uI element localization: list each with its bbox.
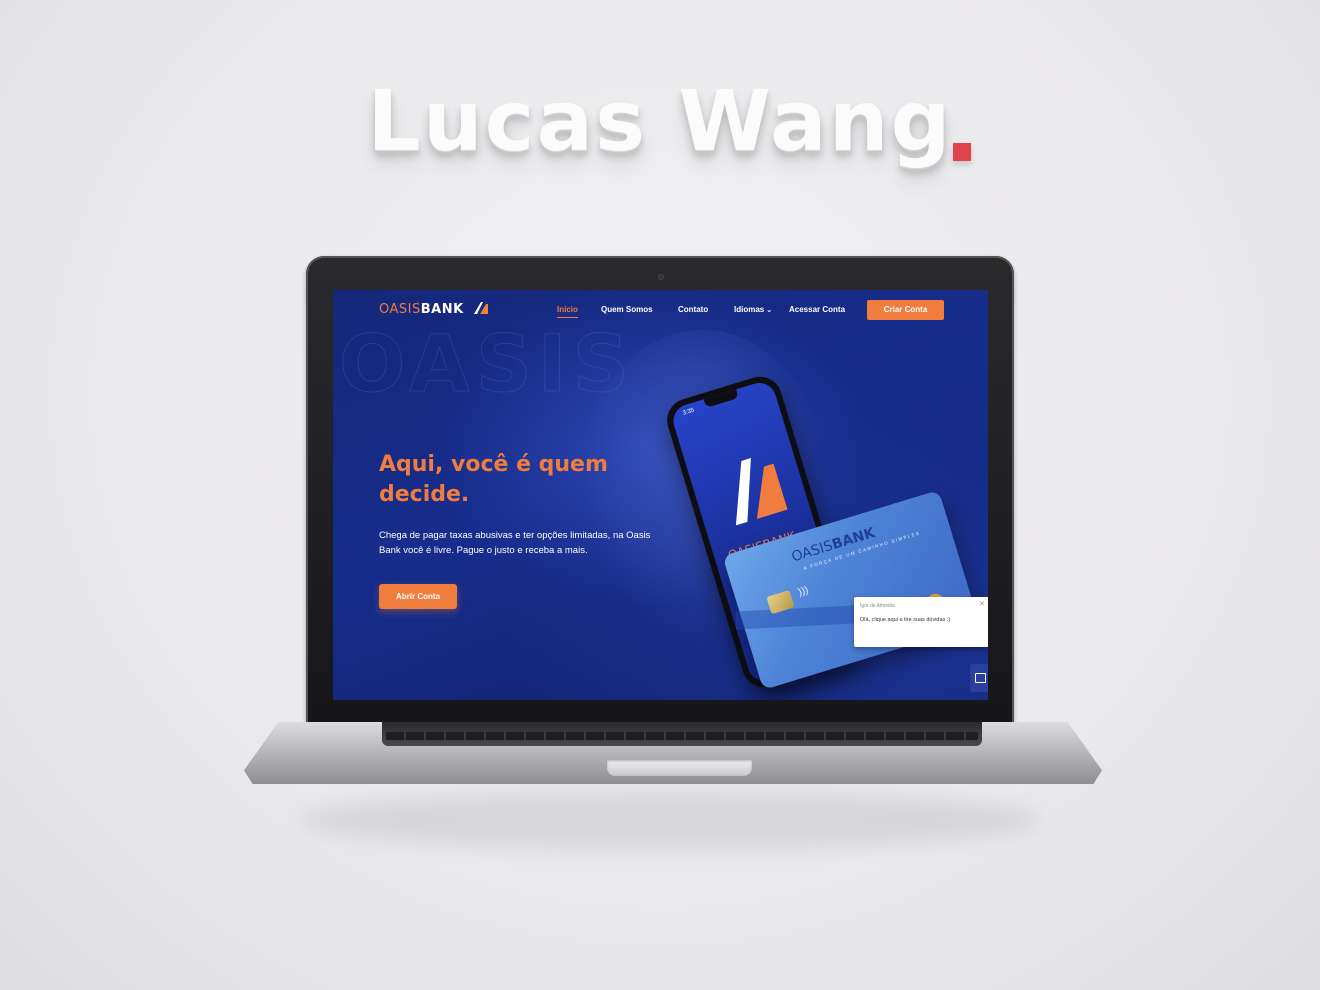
- brand-logo-part2: BANK: [420, 302, 464, 317]
- background-watermark: OASIS: [339, 320, 635, 411]
- chevron-down-icon: ⌄: [766, 307, 773, 314]
- brand-logo-part1: OASIS: [379, 302, 421, 317]
- chat-message: Olá, clique aqui e tire suas dúvidas :): [860, 617, 951, 623]
- site-header: OASISBANK Início Quem Somos Contato Idio…: [333, 290, 988, 330]
- phone-logo-icon: [735, 458, 788, 526]
- title-accent-square: [953, 143, 971, 161]
- hero-description: Chega de pagar taxas abusivas e ter opçõ…: [379, 530, 651, 556]
- chat-agent-name: Igor de Almeida: [860, 603, 895, 609]
- laptop-opening-notch: [607, 760, 752, 776]
- phone-time: 3:35: [682, 407, 696, 417]
- nav-item-quem-somos[interactable]: Quem Somos: [601, 305, 653, 314]
- nav-item-contato[interactable]: Contato: [678, 305, 708, 314]
- nav-item-idiomas[interactable]: Idiomas ⌄: [734, 305, 772, 314]
- website-screen: OASIS OASISBANK Início Quem Somos Contat…: [333, 290, 988, 700]
- contactless-icon: ))): [796, 584, 810, 599]
- laptop-keyboard: [382, 722, 982, 746]
- nav-item-inicio[interactable]: Início: [557, 305, 578, 318]
- criar-conta-button[interactable]: Criar Conta: [867, 300, 944, 320]
- chat-popup[interactable]: Igor de Almeida ✕ Olá, clique aqui e tir…: [854, 597, 988, 647]
- nav-item-acessar-conta[interactable]: Acessar Conta: [789, 305, 845, 314]
- showcase-title-wrap: Lucas Wang: [0, 72, 1320, 170]
- logo-mark-icon: [474, 302, 488, 314]
- hero-title: Aqui, você é quem decide.: [379, 452, 608, 507]
- chat-launcher-button[interactable]: [970, 664, 988, 692]
- close-icon[interactable]: ✕: [979, 600, 985, 608]
- laptop-camera: [658, 274, 664, 280]
- laptop-shadow: [300, 790, 1040, 850]
- keyboard-keys: [386, 732, 978, 740]
- phone-notch: [703, 389, 739, 408]
- nav-item-idiomas-label: Idiomas: [734, 305, 765, 314]
- abrir-conta-button[interactable]: Abrir Conta: [379, 584, 457, 609]
- chat-icon: [975, 673, 986, 683]
- brand-logo[interactable]: OASISBANK: [379, 302, 464, 317]
- showcase-title: Lucas Wang: [367, 72, 953, 170]
- laptop-lid: OASIS OASISBANK Início Quem Somos Contat…: [306, 256, 1014, 734]
